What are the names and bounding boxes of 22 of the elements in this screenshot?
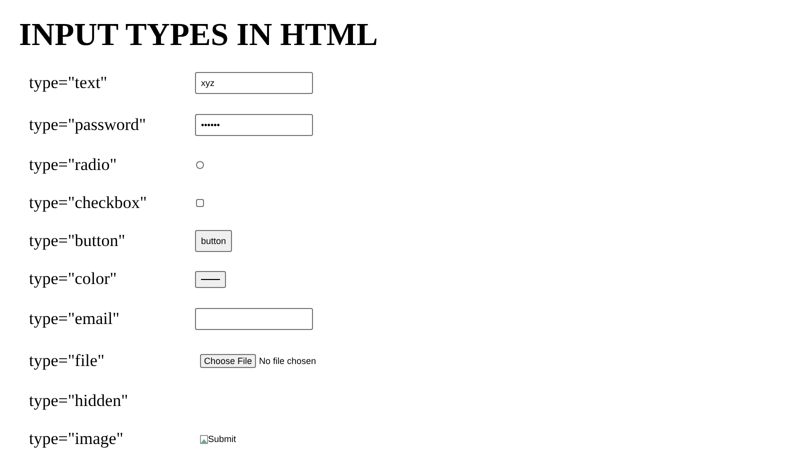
broken-image-icon (200, 434, 208, 444)
color-picker[interactable] (195, 270, 226, 288)
email-field[interactable] (195, 308, 313, 330)
choose-file-button[interactable]: Choose File (200, 354, 256, 368)
radio-button[interactable] (196, 161, 204, 169)
input-type-label: type="color" (29, 269, 118, 289)
input-type-label: type="button" (29, 231, 126, 251)
input-type-label: type="checkbox" (29, 193, 148, 213)
button[interactable]: button (195, 230, 232, 252)
file-status: No file chosen (259, 356, 316, 366)
input-type-label: type="email" (29, 309, 120, 329)
image-alt-text[interactable]: Submit (208, 434, 236, 444)
input-type-label: type="password" (29, 115, 147, 135)
checkbox[interactable] (196, 199, 204, 207)
input-type-label: type="text" (29, 73, 108, 93)
page-title: INPUT TYPES IN HTML (18, 15, 379, 54)
input-type-label: type="hidden" (29, 391, 130, 411)
text-field[interactable]: xyz (195, 72, 313, 94)
input-type-label: type="file" (29, 351, 106, 371)
password-field[interactable]: •••••• (195, 114, 313, 136)
input-type-label: type="radio" (29, 155, 118, 175)
input-type-label: type="image" (29, 429, 124, 449)
